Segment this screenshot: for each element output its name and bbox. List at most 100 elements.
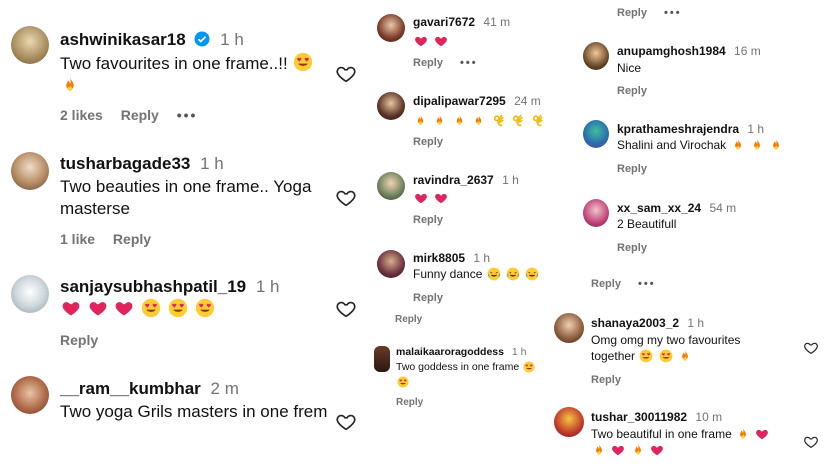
red-heart-emoji-icon	[434, 34, 448, 48]
comment-username[interactable]: shanaya2003_2 1 h	[591, 316, 704, 330]
comment-username[interactable]: ravindra_2637 1 h	[413, 173, 519, 187]
comment-username[interactable]: ashwinikasar18 1 h	[60, 30, 244, 50]
reply-button[interactable]: Reply	[617, 163, 647, 175]
comment-username[interactable]: dipalipawar7295 24 m	[413, 94, 541, 108]
username-text[interactable]: dipalipawar7295	[413, 94, 506, 108]
laughing-emoji-icon	[506, 267, 520, 281]
username-text[interactable]: kprathameshrajendra	[617, 122, 739, 136]
avatar[interactable]	[583, 199, 609, 227]
reply-button[interactable]: Reply	[413, 214, 443, 226]
comment-time: 10 m	[695, 410, 723, 424]
comment-meta: Reply •••	[413, 57, 492, 69]
reply-button[interactable]: Reply	[413, 57, 443, 69]
more-options-icon[interactable]: •••	[638, 278, 656, 290]
comment-username[interactable]: malaikaaroragoddess 1 h	[396, 346, 527, 358]
username-text[interactable]: tushar_30011982	[591, 410, 687, 424]
comment-meta: Reply	[413, 292, 457, 304]
reply-button[interactable]: Reply	[617, 242, 647, 254]
avatar[interactable]	[377, 250, 405, 278]
username-text[interactable]: malaikaaroragoddess	[396, 346, 504, 358]
avatar[interactable]	[11, 275, 49, 313]
red-heart-emoji-icon	[88, 298, 108, 318]
comment-username[interactable]: tusharbagade33 1 h	[60, 154, 224, 174]
comment-emoji-row	[60, 298, 216, 320]
avatar[interactable]	[11, 26, 49, 64]
reply-button[interactable]: Reply	[121, 107, 159, 123]
comment-time: 1 h	[502, 173, 519, 187]
avatar[interactable]	[554, 313, 584, 343]
comment-time: 16 m	[734, 44, 761, 58]
comments-panel-right: Reply ••• anupamghosh1984 16 m Nice Repl…	[552, 0, 830, 466]
username-text[interactable]: shanaya2003_2	[591, 316, 679, 330]
username-text[interactable]: __ram__kumbhar	[60, 379, 201, 398]
red-heart-emoji-icon	[434, 191, 448, 205]
username-text[interactable]: anupamghosh1984	[617, 44, 726, 58]
comment-text-content: Two beautiful in one frame	[591, 427, 732, 441]
comment-username[interactable]: sanjaysubhashpatil_19 1 h	[60, 277, 280, 297]
heart-eyes-emoji-icon	[397, 376, 409, 388]
username-text[interactable]: ravindra_2637	[413, 173, 494, 187]
comment-text: 2 Beautifull	[617, 217, 677, 231]
comment-meta: Reply	[60, 332, 112, 348]
comment-time: 1 h	[511, 346, 527, 358]
reply-button[interactable]: Reply	[60, 332, 98, 348]
more-options-icon[interactable]: •••	[664, 7, 682, 19]
avatar[interactable]	[11, 152, 49, 190]
avatar[interactable]	[377, 14, 405, 42]
heart-eyes-emoji-icon	[195, 298, 215, 318]
avatar[interactable]	[377, 92, 405, 120]
reply-button[interactable]: Reply	[413, 292, 443, 304]
more-options-icon[interactable]: •••	[177, 107, 198, 123]
like-heart-icon[interactable]	[803, 434, 819, 450]
like-heart-icon[interactable]	[335, 63, 357, 85]
avatar[interactable]	[583, 120, 609, 148]
laughing-emoji-icon	[487, 267, 501, 281]
ok-hand-emoji-icon	[492, 114, 505, 127]
comment-username[interactable]: gavari7672 41 m	[413, 15, 510, 29]
username-text[interactable]: sanjaysubhashpatil_19	[60, 277, 246, 296]
reply-button[interactable]: Reply	[591, 278, 621, 290]
like-heart-icon[interactable]	[335, 411, 357, 433]
reply-button[interactable]: Reply	[617, 85, 647, 97]
reply-button[interactable]: Reply	[413, 136, 443, 148]
username-text[interactable]: xx_sam_xx_24	[617, 201, 701, 215]
username-text[interactable]: tusharbagade33	[60, 154, 190, 173]
likes-count[interactable]: 1 like	[60, 231, 95, 247]
avatar[interactable]	[377, 172, 405, 200]
comment-meta: Reply •••	[617, 7, 696, 19]
like-heart-icon[interactable]	[335, 187, 357, 209]
comment-item: ashwinikasar18 1 h Two favourites in one…	[0, 0, 370, 140]
avatar[interactable]	[11, 376, 49, 414]
comment-time: 1 h	[687, 316, 705, 330]
comment-username[interactable]: __ram__kumbhar 2 m	[60, 379, 239, 399]
like-heart-icon[interactable]	[335, 298, 357, 320]
reply-button[interactable]: Reply	[113, 231, 151, 247]
comment-username[interactable]: mirk8805 1 h	[413, 251, 490, 265]
reply-button[interactable]: Reply	[395, 314, 422, 325]
reply-button[interactable]: Reply	[591, 374, 621, 386]
comment-username[interactable]: kprathameshrajendra 1 h	[617, 122, 764, 136]
reply-button[interactable]: Reply	[617, 7, 647, 19]
fire-emoji-icon	[433, 114, 446, 127]
avatar[interactable]	[554, 407, 584, 437]
reply-button[interactable]: Reply	[396, 397, 423, 408]
username-text[interactable]: mirk8805	[413, 251, 465, 265]
comment-username[interactable]: xx_sam_xx_24 54 m	[617, 201, 736, 215]
username-text[interactable]: gavari7672	[413, 15, 475, 29]
comment-text: Two goddess in one frame	[396, 360, 546, 390]
comment-time: 1 h	[747, 122, 765, 136]
comment-username[interactable]: anupamghosh1984 16 m	[617, 44, 761, 58]
comment-text: Omg omg my two favourites together	[591, 332, 781, 364]
more-options-icon[interactable]: •••	[460, 57, 478, 69]
fire-emoji-icon	[61, 76, 79, 94]
comment-meta: Reply	[617, 85, 661, 97]
red-heart-emoji-icon	[61, 298, 81, 318]
fire-emoji-icon	[414, 114, 427, 127]
comment-username[interactable]: tushar_30011982 10 m	[591, 410, 722, 424]
avatar[interactable]	[374, 346, 390, 372]
likes-count[interactable]: 2 likes	[60, 107, 103, 123]
avatar[interactable]	[583, 42, 609, 70]
comment-time: 1 h	[220, 30, 244, 49]
like-heart-icon[interactable]	[803, 340, 819, 356]
username-text[interactable]: ashwinikasar18	[60, 30, 186, 49]
